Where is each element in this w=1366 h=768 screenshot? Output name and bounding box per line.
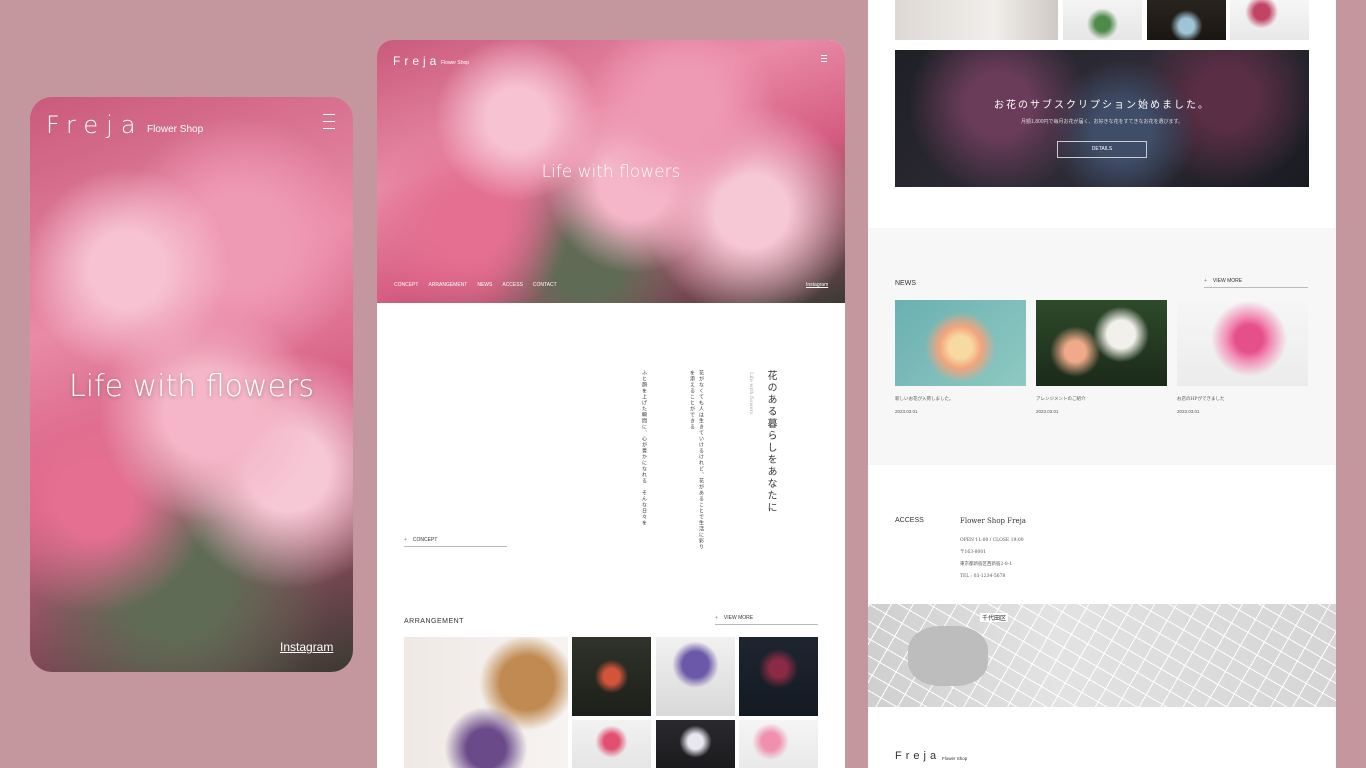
desktop-page-scrolled: お花のサブスクリプション始めました。 月額1,800円で毎月お花が届く、お好きな… [868,0,1336,768]
desktop-page: Freja Flower Shop Life with flowers CONC… [377,40,845,768]
subscription-title: お花のサブスクリプション始めました。 [994,100,1210,111]
concept-subtitle: Life with flowers [748,372,754,415]
arrangement-photo[interactable] [656,720,735,768]
footer-logo-subtitle: Flower Shop [942,756,968,761]
site-logo[interactable]: Freja [393,54,440,68]
phone-number[interactable]: TEL : 03-1234-5678 [960,571,1024,583]
news-item-title: お店のHPができました [1177,397,1225,402]
arrangement-title: ARRANGEMENT [404,618,464,625]
news-title: NEWS [895,280,916,287]
subscription-text: 月額1,800円で毎月お花が届く、お好きな花をすてきなお花を選びます。 [1021,119,1183,125]
access-title: ACCESS [895,517,924,524]
news-view-more[interactable]: + VIEW MORE [1204,278,1308,288]
concept-link-label: CONCEPT [412,537,438,543]
site-logo[interactable]: Freja [46,111,144,139]
map-park-area [908,626,988,686]
arrangement-photo[interactable] [895,0,1058,40]
nav-arrangement[interactable]: ARRANGEMENT [428,282,467,288]
concept-body-2: ふと顔を上げた瞬間に、心が豊かになれる そんな日々を [641,370,647,526]
news-photo [895,300,1026,386]
arrangement-photo-main[interactable] [404,637,568,768]
concept-title: 花のある暮らしをあなたに [765,370,776,514]
nav-concept[interactable]: CONCEPT [394,282,418,288]
postal-code: 〒163-8001 [960,550,987,555]
nav-news[interactable]: NEWS [477,282,492,288]
opening-hours: OPEN 11:00 / CLOSE 19:00 [960,538,1024,543]
news-item-title: アレンジメントのご紹介 [1036,397,1086,402]
main-nav: CONCEPT ARRANGEMENT NEWS ACCESS CONTACT [394,282,557,288]
arrangement-photo[interactable] [739,720,818,768]
subscription-banner: お花のサブスクリプション始めました。 月額1,800円で毎月お花が届く、お好きな… [895,50,1309,187]
view-more-label: VIEW MORE [1212,278,1243,284]
news-item-date: 2023.03.01 [1036,409,1059,414]
instagram-link[interactable]: Instagram [806,282,828,288]
site-logo-subtitle: Flower Shop [147,124,204,135]
subscription-details-button[interactable]: DETAILS [1057,141,1147,158]
news-item[interactable]: お店のHPができました 2023.03.01 [1177,300,1308,414]
arrangement-photo[interactable] [739,637,818,716]
arrangement-photo[interactable] [656,637,735,716]
hero-tagline: Life with flowers [69,369,314,404]
hamburger-menu-icon[interactable] [323,114,335,134]
arrangement-photo[interactable] [1230,0,1309,40]
site-logo-subtitle: Flower Shop [441,60,470,66]
hero-tagline: Life with flowers [541,162,681,182]
hamburger-menu-icon[interactable] [821,55,827,64]
footer-logo[interactable]: Freja [895,750,940,762]
plus-icon: + [404,537,407,543]
arrangement-photo[interactable] [572,637,651,716]
map-label: 千代田区 [980,613,1009,622]
concept-link[interactable]: + CONCEPT [404,537,507,547]
news-item-date: 2023.03.01 [895,409,918,414]
mobile-hero: Freja Flower Shop Life with flowers Inst… [30,97,353,672]
nav-access[interactable]: ACCESS [502,282,523,288]
arrangement-view-more[interactable]: + VIEW MORE [715,615,818,625]
news-photo [1036,300,1167,386]
nav-contact[interactable]: CONTACT [533,282,557,288]
arrangement-photo[interactable] [1063,0,1142,40]
instagram-link[interactable]: Instagram [280,640,333,654]
news-item-title: 新しいお花が入荷しました。 [895,397,954,402]
concept-body-1: 花がなくても人は生きていけるけれど、花があることで生活に彩りを添えることができる [689,370,704,550]
access-map[interactable]: 千代田区 [868,604,1336,707]
access-info: OPEN 11:00 / CLOSE 19:00 〒163-8001 東京都新宿… [960,535,1024,583]
news-item-date: 2023.03.01 [1177,409,1200,414]
shop-name: Flower Shop Freja [960,517,1026,525]
news-photo [1177,300,1308,386]
arrangement-photo[interactable] [1147,0,1226,40]
news-item[interactable]: アレンジメントのご紹介 2023.03.01 [1036,300,1167,414]
address: 東京都新宿区西新宿2-8-1 [960,562,1013,567]
news-item[interactable]: 新しいお花が入荷しました。 2023.03.01 [895,300,1026,414]
plus-icon: + [715,615,718,621]
arrangement-photo[interactable] [572,720,651,768]
plus-icon: + [1204,278,1207,284]
desktop-hero: Freja Flower Shop Life with flowers CONC… [377,40,845,303]
view-more-label: VIEW MORE [723,615,754,621]
